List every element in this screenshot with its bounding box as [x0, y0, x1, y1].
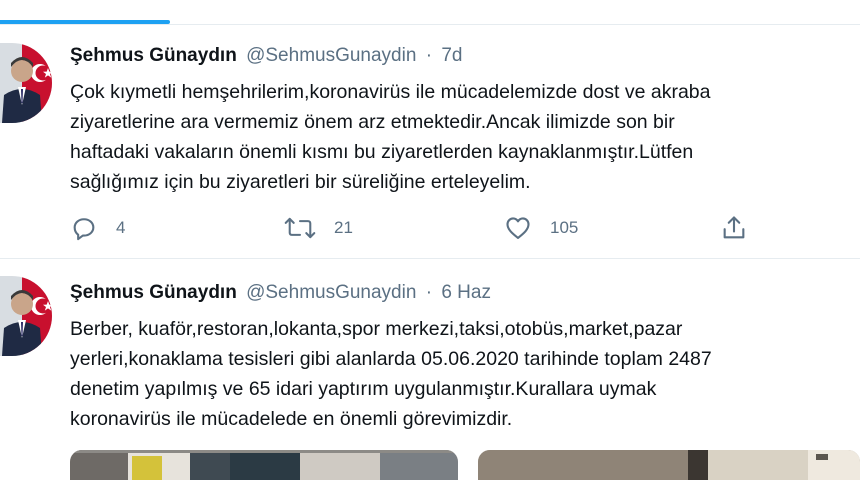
reply-icon — [70, 214, 98, 242]
author-handle[interactable]: @SehmusGunaydin — [246, 45, 416, 66]
tweet-timestamp[interactable]: 6 Haz — [441, 282, 491, 303]
tweet[interactable]: Şehmus Günaydın @SehmusGunaydin · 6 Haz … — [0, 260, 860, 480]
avatar[interactable] — [0, 276, 52, 356]
photo-thumbnail — [478, 450, 860, 480]
tweet-text: Çok kıymetli hemşehrilerim,koronavirüs i… — [70, 77, 855, 197]
tweet-text-line: Berber, kuaför,restoran,lokanta,spor mer… — [70, 318, 683, 340]
share-icon — [720, 214, 748, 242]
like-icon — [504, 214, 532, 242]
tweet-timestamp[interactable]: 7d — [441, 45, 462, 66]
author-name[interactable]: Şehmus Günaydın — [70, 45, 237, 66]
tweet-text-line: haftadaki vakaların önemli kısmı bu ziya… — [70, 141, 694, 163]
tweet-text-line: denetim yapılmış ve 65 idari yaptırım uy… — [70, 378, 657, 400]
separator-dot: · — [425, 282, 433, 303]
retweet-button[interactable]: 21 — [284, 213, 353, 243]
tweet-header: Şehmus Günaydın @SehmusGunaydin · 7d — [70, 44, 462, 68]
tweet-text-line: sağlığımız için bu ziyaretleri bir sürel… — [70, 171, 531, 193]
retweet-count: 21 — [334, 218, 353, 237]
tweet-photo[interactable] — [478, 450, 860, 480]
retweet-icon — [284, 214, 316, 242]
tweet-header: Şehmus Günaydın @SehmusGunaydin · 6 Haz — [70, 281, 491, 305]
author-handle[interactable]: @SehmusGunaydin — [246, 282, 416, 303]
reply-button[interactable]: 4 — [70, 213, 125, 243]
tweet-actions: 4 21 105 — [70, 213, 770, 243]
like-count: 105 — [550, 218, 579, 237]
tweet-text-line: koronavirüs ile mücadelede en önemli gör… — [70, 408, 513, 430]
share-button[interactable] — [720, 213, 748, 243]
tweet-text-line: Çok kıymetli hemşehrilerim,koronavirüs i… — [70, 81, 711, 103]
tweet-text: Berber, kuaför,restoran,lokanta,spor mer… — [70, 314, 855, 434]
reply-count: 4 — [116, 218, 126, 237]
tweet-text-line: yerleri,konaklama tesisleri gibi alanlar… — [70, 348, 712, 370]
tweet-text-line: ziyaretlerine ara vermemiz önem arz etme… — [70, 111, 675, 133]
separator-dot: · — [425, 45, 433, 66]
profile-photo — [0, 276, 52, 356]
like-button[interactable]: 105 — [504, 213, 578, 243]
avatar[interactable] — [0, 43, 52, 123]
photo-thumbnail — [70, 450, 458, 480]
author-name[interactable]: Şehmus Günaydın — [70, 282, 237, 303]
profile-photo — [0, 43, 52, 123]
tweet-photo[interactable] — [70, 450, 458, 480]
tweet[interactable]: Şehmus Günaydın @SehmusGunaydin · 7d Çok… — [0, 25, 860, 259]
